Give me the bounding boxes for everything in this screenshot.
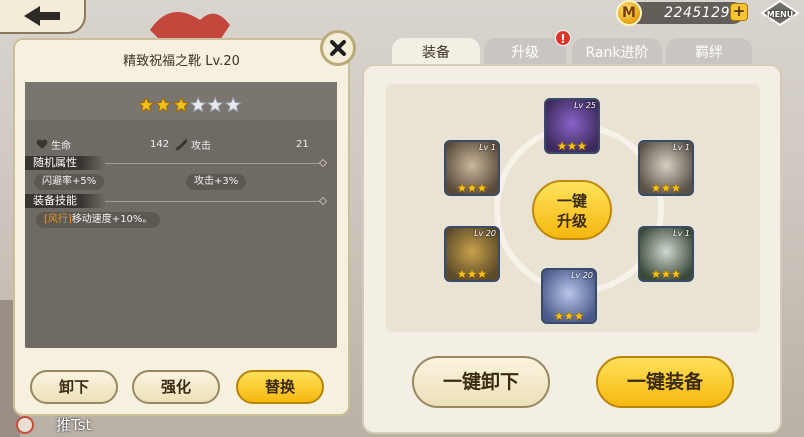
star-filled-icon [155, 96, 172, 113]
star-filled-icon [651, 269, 661, 279]
skill-description: [风行]移动速度+10%。 [36, 212, 161, 228]
star-filled-icon [457, 183, 467, 193]
star-empty-icon [207, 96, 224, 113]
equipment-slot-bottom[interactable]: Lv 20 [541, 268, 597, 324]
star-empty-icon [189, 96, 207, 113]
random-attr-2: 攻击+3% [186, 174, 247, 190]
slot-level: Lv 20 [571, 271, 593, 280]
star-filled-icon [172, 96, 189, 113]
close-button[interactable] [320, 30, 356, 66]
slot-level: Lv 25 [574, 101, 596, 110]
upgrade-line2: 升级 [556, 212, 587, 230]
slot-star-rating [457, 183, 487, 193]
slot-star-rating [651, 269, 681, 279]
upgrade-alert-badge: ! [555, 30, 571, 46]
star-filled-icon [477, 183, 487, 193]
stat-attack-label: 攻击 [191, 140, 211, 152]
random-attr-header: 随机属性 [25, 156, 105, 170]
menu-label: MENU [766, 10, 794, 19]
star-filled-icon [574, 311, 584, 321]
star-filled-icon [467, 183, 477, 193]
equipment-slot-left-upper[interactable]: Lv 1 [444, 140, 500, 196]
back-button[interactable] [0, 0, 86, 34]
add-currency-button[interactable]: + [730, 3, 748, 21]
star-empty-icon [224, 96, 241, 113]
star-filled-icon [651, 183, 661, 193]
star-filled-icon [567, 141, 577, 151]
slot-star-rating [557, 141, 587, 151]
star-filled-icon [577, 141, 587, 151]
slot-level: Lv 1 [673, 143, 690, 152]
equipment-slot-right-upper[interactable]: Lv 1 [638, 140, 694, 196]
back-arrow-icon [24, 6, 60, 26]
star-filled-icon [661, 183, 671, 193]
slot-star-rating [651, 183, 681, 193]
item-title: 精致祝福之靴 Lv.20 [123, 54, 240, 69]
star-filled-icon [671, 269, 681, 279]
star-filled-icon [554, 311, 564, 321]
stat-hp-value: 142 [150, 136, 169, 152]
random-attr-1: 闪避率+5% [34, 174, 105, 190]
currency-amount: 2245129 [664, 5, 730, 21]
star-filled-icon [138, 96, 155, 113]
star-filled-icon [477, 269, 487, 279]
skill-header: 装备技能 [25, 194, 105, 208]
slot-star-rating [554, 311, 584, 321]
divider [105, 201, 320, 202]
slot-level: Lv 1 [479, 143, 496, 152]
sword-icon [175, 137, 187, 151]
character-element-icon [16, 416, 34, 434]
star-filled-icon [557, 141, 567, 151]
star-filled-icon [457, 269, 467, 279]
character-name: 推Tst [56, 416, 92, 434]
stat-hp: 生命 [36, 136, 71, 152]
one-click-upgrade-button[interactable]: 一键 升级 [532, 180, 612, 240]
item-star-rating [138, 95, 242, 117]
unequip-button[interactable]: 卸下 [30, 370, 118, 404]
heart-icon [36, 139, 48, 149]
coin-icon: M [616, 0, 642, 26]
slot-level: Lv 20 [474, 229, 496, 238]
equip-all-button[interactable]: 一键装备 [596, 356, 734, 408]
stat-hp-label: 生命 [51, 140, 71, 152]
skill-tag: [风行] [44, 214, 72, 225]
close-icon [330, 40, 346, 56]
stat-hp-number: 142 [150, 138, 170, 150]
upgrade-line1: 一键 [556, 192, 587, 210]
enhance-button[interactable]: 强化 [132, 370, 220, 404]
unequip-all-button[interactable]: 一键卸下 [412, 356, 550, 408]
equipment-slot-left-lower[interactable]: Lv 20 [444, 226, 500, 282]
star-filled-icon [467, 269, 477, 279]
star-filled-icon [661, 269, 671, 279]
stat-attack-value: 21 [296, 136, 309, 152]
equipment-slot-top[interactable]: Lv 25 [544, 98, 600, 154]
slot-star-rating [457, 269, 487, 279]
slot-level: Lv 1 [673, 229, 690, 238]
replace-button[interactable]: 替换 [236, 370, 324, 404]
star-filled-icon [564, 311, 574, 321]
stat-attack-number: 21 [296, 138, 309, 150]
stat-attack: 攻击 [175, 136, 211, 152]
equipment-slot-right-lower[interactable]: Lv 1 [638, 226, 694, 282]
star-filled-icon [671, 183, 681, 193]
skill-text: 移动速度+10%。 [71, 214, 153, 225]
divider [105, 163, 320, 164]
